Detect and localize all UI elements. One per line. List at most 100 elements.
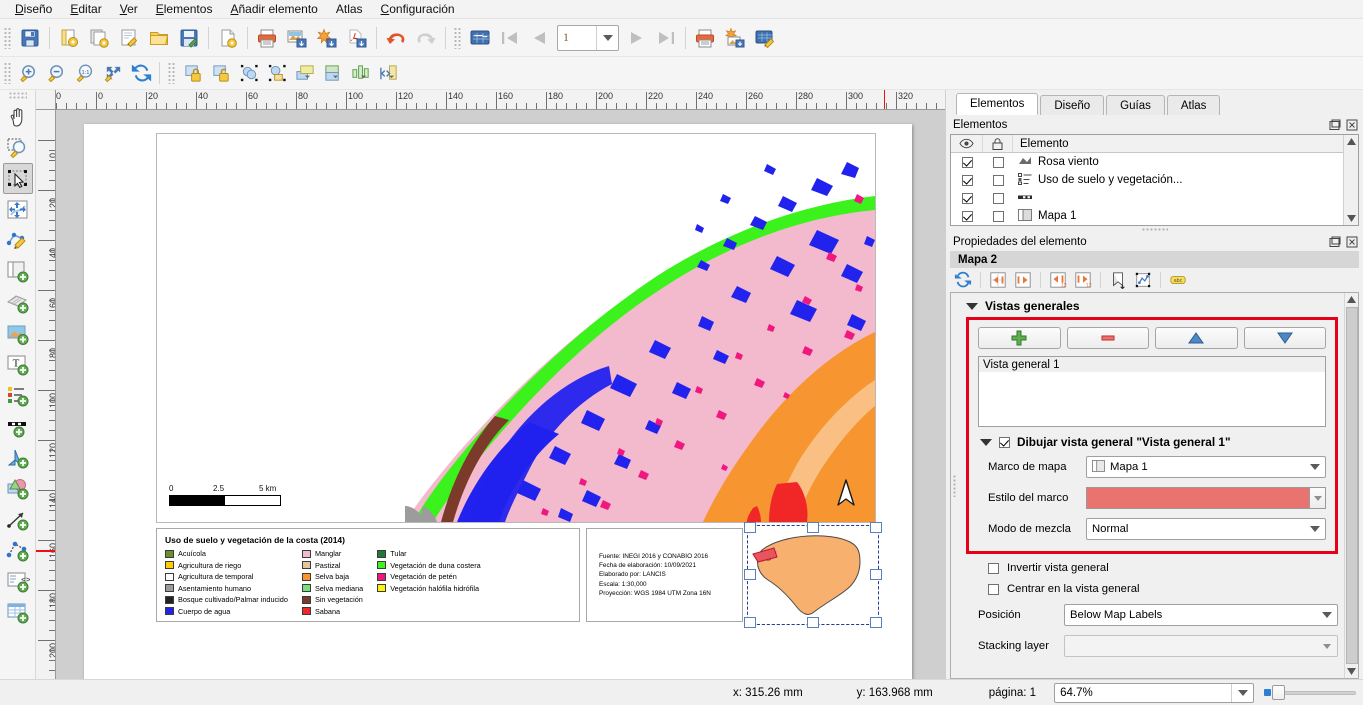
position-combo[interactable]: Below Map Labels bbox=[1064, 604, 1338, 626]
zoom-out-icon[interactable] bbox=[43, 60, 71, 86]
atlas-page-dropdown-icon[interactable] bbox=[596, 25, 618, 50]
atlas-page-value[interactable] bbox=[558, 26, 596, 49]
menu-diseno[interactable]: DDiseñoiseño bbox=[6, 0, 61, 18]
menu-atlas[interactable]: Atlas bbox=[327, 0, 372, 18]
items-table-row[interactable]: Rosa viento bbox=[951, 153, 1343, 171]
export-image-icon[interactable] bbox=[282, 23, 312, 53]
item-lock-checkbox[interactable] bbox=[992, 192, 1004, 204]
interactive-edit-extent-icon[interactable] bbox=[1131, 270, 1155, 291]
properties-grip[interactable] bbox=[951, 293, 958, 678]
tab-atlas[interactable]: Atlas bbox=[1166, 95, 1221, 115]
undo-icon[interactable] bbox=[381, 23, 411, 53]
layout-manager-icon[interactable] bbox=[114, 23, 144, 53]
resize-handle-nw[interactable] bbox=[744, 522, 756, 533]
add-legend-icon[interactable] bbox=[3, 380, 33, 411]
tab-guias[interactable]: Guías bbox=[1106, 95, 1165, 115]
item-visibility-checkbox[interactable] bbox=[961, 192, 973, 204]
properties-scrollbar[interactable] bbox=[1344, 293, 1358, 678]
resize-handle-w[interactable] bbox=[744, 569, 756, 580]
items-scrollbar[interactable] bbox=[1343, 135, 1358, 225]
item-visibility-checkbox[interactable] bbox=[961, 210, 973, 222]
ungroup-items-icon[interactable] bbox=[263, 60, 291, 86]
menu-elementos[interactable]: Elementos bbox=[147, 0, 222, 18]
item-lock-checkbox[interactable] bbox=[992, 156, 1004, 168]
resize-handle-s[interactable] bbox=[807, 617, 819, 628]
scroll-up-icon[interactable] bbox=[1345, 135, 1358, 148]
export-svg-icon[interactable] bbox=[312, 23, 342, 53]
map-frame-combo[interactable]: Mapa 1 bbox=[1086, 456, 1326, 478]
properties-close-icon[interactable] bbox=[1345, 235, 1359, 248]
zoom-tool-icon[interactable] bbox=[3, 132, 33, 163]
add-node-item-icon[interactable] bbox=[3, 535, 33, 566]
distribute-items-icon[interactable] bbox=[375, 60, 403, 86]
scalebar-item[interactable]: 0 2.5 5 km bbox=[169, 484, 281, 506]
move-item-content-icon[interactable] bbox=[3, 194, 33, 225]
frame-style-button[interactable] bbox=[1086, 487, 1326, 509]
add-map-icon[interactable] bbox=[3, 256, 33, 287]
atlas-toolbar-grip[interactable] bbox=[454, 26, 462, 49]
horizontal-ruler[interactable]: -20 0 20 40 60 80 100 120 140 160 180 200 220 240 260 2… bbox=[56, 90, 945, 110]
resize-handle-e[interactable] bbox=[870, 569, 882, 580]
zoom-actual-size-icon[interactable]: 1:1 bbox=[71, 60, 99, 86]
blend-mode-dropdown-icon[interactable] bbox=[1305, 526, 1325, 532]
refresh-map-icon[interactable] bbox=[951, 270, 975, 291]
north-arrow-item[interactable] bbox=[833, 478, 859, 508]
collapse-triangle-icon[interactable] bbox=[966, 302, 978, 310]
zoom-in-icon[interactable] bbox=[15, 60, 43, 86]
save-layout-icon[interactable] bbox=[15, 23, 45, 53]
save-as-template-icon[interactable] bbox=[174, 23, 204, 53]
add-picture-icon[interactable] bbox=[3, 318, 33, 349]
refresh-view-icon[interactable] bbox=[127, 60, 155, 86]
layout-scene[interactable]: 0 2.5 5 km Uso de suelo y vegetación de … bbox=[56, 110, 945, 679]
invert-overview-checkbox[interactable] bbox=[988, 562, 999, 574]
menu-configuracion[interactable]: Configuración bbox=[372, 0, 464, 18]
open-layout-icon[interactable] bbox=[144, 23, 174, 53]
overview-map-item-mapa-2[interactable] bbox=[744, 522, 882, 628]
properties-undock-icon[interactable] bbox=[1328, 235, 1342, 248]
add-html-icon[interactable]: <> bbox=[3, 566, 33, 597]
edit-nodes-icon[interactable] bbox=[3, 225, 33, 256]
scroll-down-icon[interactable] bbox=[1345, 212, 1358, 225]
vertical-ruler[interactable]: 020406080100120140160180200 bbox=[36, 110, 56, 679]
draw-overview-header[interactable]: Dibujar vista general "Vista general 1" bbox=[980, 435, 1326, 449]
lower-items-icon[interactable] bbox=[319, 60, 347, 86]
lock-items-icon[interactable] bbox=[179, 60, 207, 86]
item-visibility-checkbox[interactable] bbox=[961, 174, 973, 186]
resize-handle-n[interactable] bbox=[807, 522, 819, 533]
properties-scroll-area[interactable]: Vistas generales Vista general 1 Dibujar… bbox=[950, 292, 1359, 679]
nav-toolbar-grip[interactable] bbox=[4, 62, 12, 84]
move-overview-down-button[interactable] bbox=[1243, 327, 1326, 349]
select-item-icon[interactable] bbox=[2, 163, 33, 194]
duplicate-layout-icon[interactable] bbox=[84, 23, 114, 53]
export-pdf-icon[interactable] bbox=[342, 23, 372, 53]
properties-scroll-down-icon[interactable] bbox=[1345, 665, 1358, 678]
center-on-overview-checkbox[interactable] bbox=[988, 583, 999, 595]
previous-feature-icon[interactable] bbox=[525, 23, 555, 53]
resize-handle-se[interactable] bbox=[870, 617, 882, 628]
new-layout-icon[interactable] bbox=[54, 23, 84, 53]
stacking-layer-dropdown-icon[interactable] bbox=[1317, 643, 1337, 649]
print-icon[interactable] bbox=[252, 23, 282, 53]
properties-scroll-up-icon[interactable] bbox=[1345, 293, 1358, 306]
frame-style-color-swatch[interactable] bbox=[1086, 487, 1310, 509]
collapse-triangle-icon-2[interactable] bbox=[980, 438, 992, 446]
add-items-from-template-icon[interactable] bbox=[213, 23, 243, 53]
menu-ver[interactable]: Ver bbox=[111, 0, 147, 18]
export-atlas-image-icon[interactable] bbox=[720, 23, 750, 53]
menu-anadir-elemento[interactable]: Añadir elemento bbox=[221, 0, 326, 18]
add-shape-icon[interactable] bbox=[3, 473, 33, 504]
move-overview-up-button[interactable] bbox=[1155, 327, 1238, 349]
atlas-preview-icon[interactable] bbox=[465, 23, 495, 53]
resize-handle-sw[interactable] bbox=[744, 617, 756, 628]
items-table-row[interactable]: Uso de suelo y vegetación... bbox=[951, 171, 1343, 189]
atlas-page-input[interactable] bbox=[557, 24, 619, 51]
zoom-slider-handle[interactable] bbox=[1272, 685, 1286, 700]
first-feature-icon[interactable] bbox=[495, 23, 525, 53]
stacking-layer-combo[interactable] bbox=[1064, 635, 1338, 657]
atlas-settings-icon[interactable] bbox=[750, 23, 780, 53]
pan-layout-icon[interactable] bbox=[3, 101, 33, 132]
frame-style-dropdown-icon[interactable] bbox=[1310, 487, 1326, 509]
set-canvas-scale-to-map-icon[interactable]: 123 bbox=[1071, 270, 1095, 291]
undock-icon[interactable] bbox=[1328, 118, 1342, 131]
items-toolbar-grip[interactable] bbox=[168, 62, 176, 84]
